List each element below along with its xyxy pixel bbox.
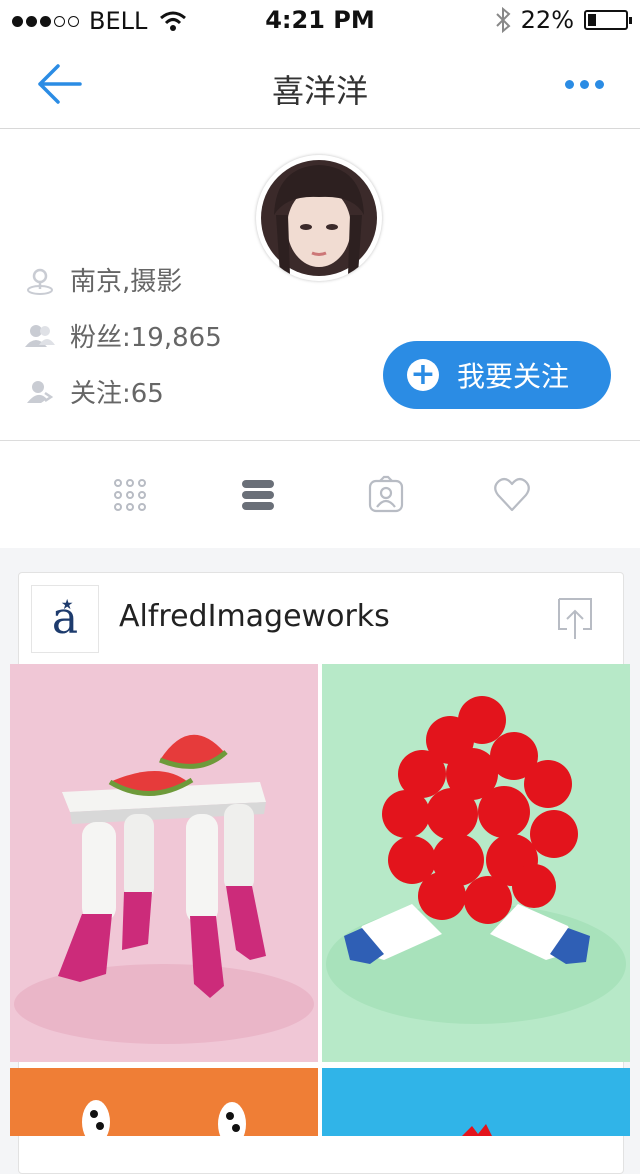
plus-icon: + (407, 359, 439, 391)
fans-row: 粉丝:19,865 (24, 317, 222, 354)
fans-count: 粉丝:19,865 (70, 323, 222, 353)
location-pin-icon (24, 264, 56, 296)
list-view-icon[interactable] (238, 475, 278, 515)
more-icon[interactable] (565, 80, 604, 89)
location-row: 南京,摄影 (24, 261, 182, 298)
follow-button-label: 我要关注 (457, 360, 570, 393)
brand-name[interactable]: AlfredImageworks (119, 599, 390, 634)
photo-orange[interactable] (10, 1068, 318, 1136)
following-icon (24, 376, 56, 408)
portrait-icon[interactable] (366, 475, 406, 515)
nav-bar: 喜洋洋 (0, 40, 640, 129)
grid-view-icon[interactable] (110, 475, 150, 515)
view-tabs (0, 441, 640, 548)
follow-button[interactable]: + 我要关注 (383, 341, 611, 409)
share-icon[interactable] (557, 597, 593, 641)
heart-icon[interactable] (492, 475, 532, 515)
location-text: 南京,摄影 (70, 267, 183, 297)
following-row: 关注:65 (24, 373, 164, 410)
brand-logo[interactable]: a ★ (31, 585, 99, 653)
avatar[interactable] (256, 155, 382, 281)
photo-blue[interactable] (322, 1068, 630, 1136)
fans-icon (24, 320, 56, 352)
status-bar: BELL 4:21 PM 22% (0, 0, 640, 40)
following-count: 关注:65 (70, 379, 164, 409)
profile-header: 南京,摄影 粉丝:19,865 关注:65 + 我要关注 (0, 129, 640, 441)
page-title: 喜洋洋 (271, 72, 368, 110)
photo-watermelon-table[interactable] (10, 664, 318, 1062)
photo-red-balloons[interactable] (322, 664, 630, 1062)
battery-percent: 22% (520, 6, 574, 34)
battery-icon (584, 10, 632, 30)
star-icon: ★ (60, 597, 74, 613)
bluetooth-icon (495, 7, 511, 33)
